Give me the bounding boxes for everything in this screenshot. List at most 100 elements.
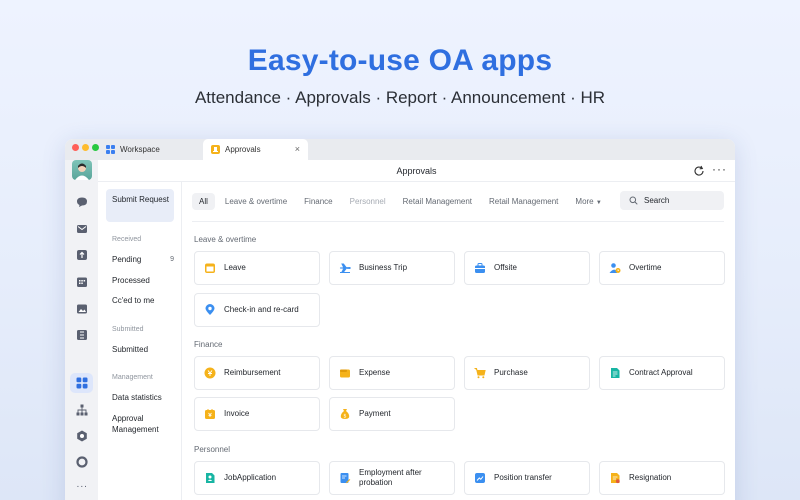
sidebar-item-processed[interactable]: Processed <box>106 275 174 286</box>
app-card-invoice[interactable]: Invoice <box>194 397 320 431</box>
app-card-label: Contract Approval <box>629 368 693 377</box>
tab-label: Approvals <box>225 145 261 154</box>
avatar[interactable] <box>72 160 92 180</box>
section-title-leave-overtime: Leave & overtime <box>194 235 257 244</box>
mail-icon[interactable] <box>76 223 88 235</box>
filter-more-label: More <box>575 196 594 206</box>
calendar-icon[interactable] <box>76 276 88 288</box>
trend-icon <box>474 472 486 484</box>
money-bag-icon: $ <box>339 408 351 420</box>
app-card-label: Invoice <box>224 409 250 418</box>
tab-label: Workspace <box>120 145 160 154</box>
approval-icon <box>211 145 220 154</box>
app-card-label: Position transfer <box>494 473 552 482</box>
invoice-icon <box>204 408 216 420</box>
grid-icon <box>106 145 115 154</box>
sidebar-item-label: Pending <box>112 255 142 264</box>
app-card-check-in[interactable]: Check-in and re-card <box>194 293 320 327</box>
image-icon[interactable] <box>76 303 88 315</box>
app-card-label: Check-in and re-card <box>224 305 299 314</box>
close-window-button[interactable] <box>72 144 79 151</box>
app-card-expense[interactable]: Expense <box>329 356 455 390</box>
app-card-purchase[interactable]: Purchase <box>464 356 590 390</box>
sidebar-item-data-statistics[interactable]: Data statistics <box>106 392 174 403</box>
filter-more[interactable]: More ▼ <box>568 193 608 210</box>
app-card-business-trip[interactable]: Business Trip <box>329 251 455 285</box>
org-chart-icon[interactable] <box>76 404 88 416</box>
section-label-management: Management <box>112 374 153 381</box>
app-card-label: Purchase <box>494 368 528 377</box>
calendar-icon <box>204 262 216 274</box>
filter-retail-management-2[interactable]: Retail Management <box>482 193 565 210</box>
sidebar-item-ccd[interactable]: Cc'ed to me <box>106 295 174 306</box>
settings-icon[interactable] <box>76 430 88 442</box>
upload-icon[interactable] <box>76 249 88 261</box>
app-card-offsite[interactable]: Offsite <box>464 251 590 285</box>
app-card-leave[interactable]: Leave <box>194 251 320 285</box>
section-title-personnel: Personnel <box>194 445 231 454</box>
filter-leave-overtime[interactable]: Leave & overtime <box>218 193 294 210</box>
app-card-overtime[interactable]: Overtime <box>599 251 725 285</box>
app-card-label: Overtime <box>629 263 662 272</box>
app-card-contract-approval[interactable]: Contract Approval <box>599 356 725 390</box>
app-card-label: Payment <box>359 409 391 418</box>
sidebar-item-pending[interactable]: Pending 9 <box>106 254 174 265</box>
circle-icon[interactable] <box>76 456 88 468</box>
airplane-icon <box>339 262 351 274</box>
app-card-job-application[interactable]: JobApplication <box>194 461 320 495</box>
app-card-employment-after-probation[interactable]: Employment after probation <box>329 461 455 495</box>
sidebar-item-submit-request[interactable]: Submit Request <box>106 189 174 222</box>
search-placeholder: Search <box>644 196 670 205</box>
filter-personnel[interactable]: Personnel <box>343 193 393 210</box>
page-header: Approvals ··· <box>98 160 735 182</box>
app-card-label: Reimbursement <box>224 368 281 377</box>
pending-count-badge: 9 <box>170 256 174 263</box>
more-icon[interactable]: ··· <box>76 480 88 492</box>
section-label-received: Received <box>112 236 142 243</box>
divider <box>192 221 724 222</box>
hero-title: Easy-to-use OA apps <box>247 44 553 77</box>
svg-text:$: $ <box>343 413 346 419</box>
minimize-window-button[interactable] <box>82 144 89 151</box>
wallet-icon <box>339 367 351 379</box>
section-label-submitted: Submitted <box>112 326 144 333</box>
sidebar-item-submitted[interactable]: Submitted <box>106 344 174 355</box>
search-icon <box>629 196 638 205</box>
refresh-icon[interactable] <box>693 164 705 176</box>
app-card-label: Employment after probation <box>359 468 422 487</box>
tab-approvals[interactable]: Approvals × <box>203 139 308 160</box>
close-tab-icon[interactable]: × <box>295 144 300 154</box>
sidebar-item-approval-management[interactable]: Approval Management <box>106 413 174 435</box>
doc-edit-icon <box>339 472 351 484</box>
section-title-finance: Finance <box>194 340 223 349</box>
filter-finance[interactable]: Finance <box>297 193 339 210</box>
filter-retail-management[interactable]: Retail Management <box>396 193 479 210</box>
app-card-label: Business Trip <box>359 263 408 272</box>
tab-workspace[interactable]: Workspace <box>98 139 203 160</box>
hero-subtitle: Attendance · Approvals · Report · Announ… <box>194 88 606 107</box>
icon-rail: ··· <box>65 160 98 500</box>
app-card-resignation[interactable]: Resignation <box>599 461 725 495</box>
chat-icon[interactable] <box>76 196 88 208</box>
approvals-sidebar: Submit Request Received Pending 9 Proces… <box>98 182 182 500</box>
filter-bar: All Leave & overtime Finance Personnel R… <box>192 191 724 211</box>
filter-all[interactable]: All <box>192 192 215 210</box>
app-window: Workspace Approvals × ··· Approvals ··· … <box>65 139 735 500</box>
app-card-payment[interactable]: $ Payment <box>329 397 455 431</box>
user-clock-icon <box>609 262 621 274</box>
chevron-down-icon: ▼ <box>595 199 602 206</box>
table-icon[interactable] <box>76 329 88 341</box>
search-input[interactable]: Search <box>620 191 724 210</box>
app-card-label: Leave <box>224 263 246 272</box>
app-card-label: Offsite <box>494 263 517 272</box>
page-title: Approvals <box>396 166 437 176</box>
application-icon <box>204 472 216 484</box>
app-card-label: JobApplication <box>224 473 277 482</box>
app-card-reimbursement[interactable]: Reimbursement <box>194 356 320 390</box>
cart-icon <box>474 367 486 379</box>
app-card-position-transfer[interactable]: Position transfer <box>464 461 590 495</box>
apps-icon[interactable] <box>76 377 88 389</box>
coin-icon <box>204 367 216 379</box>
more-options-icon[interactable]: ··· <box>712 162 727 176</box>
app-card-label: Resignation <box>629 473 672 482</box>
